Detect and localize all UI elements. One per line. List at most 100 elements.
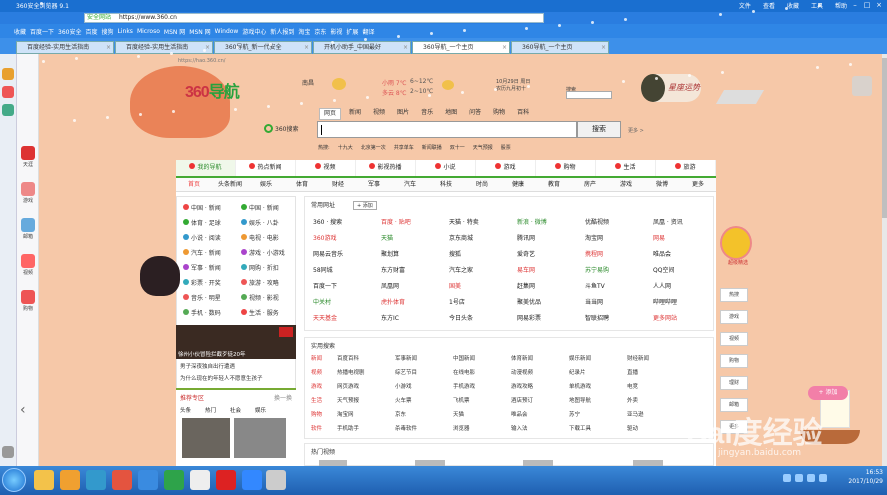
- category-link[interactable]: 军事 · 新闻: [183, 263, 221, 272]
- site-link[interactable]: 搜狐: [449, 249, 461, 258]
- site-link[interactable]: 斗鱼TV: [585, 281, 605, 290]
- category-link[interactable]: 汽车 · 新闻: [183, 248, 221, 257]
- site-link[interactable]: 优酷视频: [585, 217, 609, 226]
- app-icon[interactable]: [164, 470, 184, 490]
- sub-nav-item[interactable]: 房产: [572, 178, 608, 191]
- bookmark-item[interactable]: 百度: [85, 27, 97, 36]
- sub-nav-item[interactable]: 娱乐: [248, 178, 284, 191]
- practical-link[interactable]: 网页游戏: [337, 382, 359, 390]
- sub-nav-item[interactable]: 时尚: [464, 178, 500, 191]
- site-link[interactable]: 天猫: [381, 233, 393, 242]
- practical-link[interactable]: 京东: [395, 410, 406, 418]
- browser-tab[interactable]: 开机小助手_中国最好 ×: [313, 41, 411, 54]
- site-link[interactable]: 360游戏: [313, 233, 336, 242]
- sub-nav-item[interactable]: 游戏: [608, 178, 644, 191]
- site-link[interactable]: 唯品会: [653, 249, 671, 258]
- side-item-mail[interactable]: 邮箱: [18, 218, 38, 240]
- site-link[interactable]: 赶集网: [517, 281, 535, 290]
- news-line-1[interactable]: 男子深夜独自出行遭遇: [180, 362, 235, 370]
- right-rail-item[interactable]: 购物: [720, 354, 748, 368]
- ie-icon[interactable]: [86, 470, 106, 490]
- sub-nav-item[interactable]: 首页: [176, 178, 212, 191]
- clock[interactable]: 16:53 2017/10/29: [848, 468, 883, 486]
- hot-word[interactable]: 十九大: [338, 144, 353, 151]
- address-bar[interactable]: 安全网站 https://www.360.cn: [84, 13, 544, 23]
- category-link[interactable]: 体育 · 足球: [183, 218, 221, 227]
- recommend-image[interactable]: [182, 418, 230, 458]
- search-tab[interactable]: 新闻: [345, 108, 365, 120]
- site-link[interactable]: 虎扑体育: [381, 297, 405, 306]
- side-item-tianya[interactable]: 天涯: [18, 146, 38, 168]
- app-icon[interactable]: [242, 470, 262, 490]
- site-link[interactable]: 当当网: [585, 297, 603, 306]
- site-link[interactable]: 网易云音乐: [313, 249, 343, 258]
- top-nav-tab[interactable]: 旅游: [656, 160, 716, 176]
- sub-nav-item[interactable]: 科技: [428, 178, 464, 191]
- practical-link[interactable]: 纪录片: [569, 368, 586, 376]
- practical-link[interactable]: 手机助手: [337, 424, 359, 432]
- site-link[interactable]: 国美: [449, 281, 461, 290]
- site-link[interactable]: 智联招聘: [585, 313, 609, 322]
- practical-link[interactable]: 苏宁: [569, 410, 580, 418]
- sub-nav-item[interactable]: 教育: [536, 178, 572, 191]
- top-nav-tab[interactable]: 影视热播: [356, 160, 416, 176]
- practical-link[interactable]: 火车票: [395, 396, 412, 404]
- search-tab[interactable]: 网页: [319, 108, 342, 120]
- category-link[interactable]: 生活 · 服务: [241, 308, 279, 317]
- practical-link[interactable]: 驱动: [627, 424, 638, 432]
- site-link[interactable]: 腾讯网: [517, 233, 535, 242]
- practical-link[interactable]: 热播电视剧: [337, 368, 365, 376]
- menu-file[interactable]: 文件: [739, 1, 751, 10]
- site-link[interactable]: 聚划算: [381, 249, 399, 258]
- hot-word[interactable]: 天气预报: [473, 144, 493, 151]
- search-engine[interactable]: 360搜索: [264, 124, 298, 133]
- news-image[interactable]: 徐州小伙冒险拦截歹徒20年: [176, 325, 296, 359]
- site-link[interactable]: 易车网: [517, 265, 535, 274]
- site-link[interactable]: 聚美优品: [517, 297, 541, 306]
- site-link[interactable]: 爱奇艺: [517, 249, 535, 258]
- site-link[interactable]: 苏宁易购: [585, 265, 609, 274]
- site-link[interactable]: 人人网: [653, 281, 671, 290]
- top-nav-tab[interactable]: 小说: [416, 160, 476, 176]
- category-link[interactable]: 音乐 · 明星: [183, 293, 221, 302]
- practical-link[interactable]: 单机游戏: [569, 382, 591, 390]
- practical-link[interactable]: 娱乐新闻: [569, 354, 591, 362]
- search-tab[interactable]: 购物: [489, 108, 509, 120]
- search-button[interactable]: 搜索: [577, 121, 621, 138]
- practical-link[interactable]: 亚马逊: [627, 410, 644, 418]
- practical-link[interactable]: 输入法: [511, 424, 528, 432]
- sub-nav-item[interactable]: 军事: [356, 178, 392, 191]
- practical-link[interactable]: 中国新闻: [453, 354, 475, 362]
- bookmark-item[interactable]: 搜狗: [102, 27, 114, 36]
- volume-icon[interactable]: [807, 474, 815, 482]
- category-link[interactable]: 电视 · 电影: [241, 233, 279, 242]
- bookmark-item[interactable]: 收藏: [14, 27, 26, 36]
- site-link[interactable]: 凤凰网: [381, 281, 399, 290]
- site-link[interactable]: 今日头条: [449, 313, 473, 322]
- site-link[interactable]: 凤凰 · 资讯: [653, 217, 683, 226]
- hot-word[interactable]: 双十一: [450, 144, 465, 151]
- app-icon[interactable]: [266, 470, 286, 490]
- category-link[interactable]: 游戏 · 小游戏: [241, 248, 285, 257]
- practical-link[interactable]: 飞机票: [453, 396, 470, 404]
- side-item-video[interactable]: 视频: [18, 254, 38, 276]
- app-icon[interactable]: [190, 470, 210, 490]
- category-link[interactable]: 网购 · 折扣: [241, 263, 279, 272]
- menu-help[interactable]: 帮助: [835, 1, 847, 10]
- practical-link[interactable]: 百度百科: [337, 354, 359, 362]
- bookmark-item[interactable]: MSN 网: [189, 27, 210, 36]
- mini-search-input[interactable]: [566, 91, 612, 99]
- site-link[interactable]: 天猫 · 特卖: [449, 217, 479, 226]
- practical-link[interactable]: 下载工具: [569, 424, 591, 432]
- category-link[interactable]: 彩票 · 开奖: [183, 278, 221, 287]
- super-badge[interactable]: 超级精选: [720, 226, 752, 266]
- top-nav-tab[interactable]: 购物: [536, 160, 596, 176]
- news-line-2[interactable]: 为什么现在的年轻人不愿意生孩子: [180, 374, 263, 382]
- start-button[interactable]: [2, 468, 26, 492]
- category-link[interactable]: 视频 · 影视: [241, 293, 279, 302]
- bookmark-item[interactable]: Window: [215, 28, 239, 35]
- bookmark-item[interactable]: 新人报到: [270, 27, 294, 36]
- site-link[interactable]: 百度一下: [313, 281, 337, 290]
- sub-nav-item[interactable]: 微博: [644, 178, 680, 191]
- bookmark-item[interactable]: 扩展: [346, 27, 358, 36]
